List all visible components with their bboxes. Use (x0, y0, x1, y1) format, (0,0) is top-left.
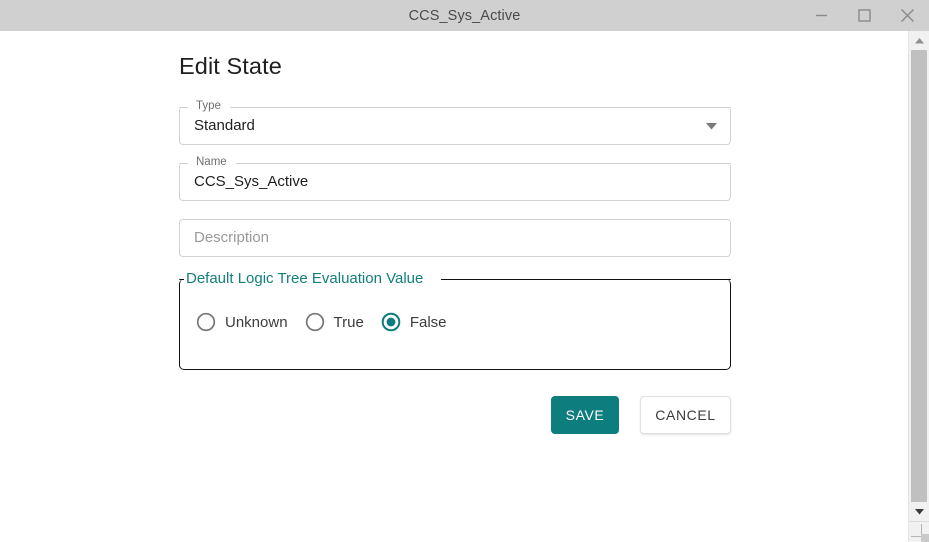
radio-option-true[interactable]: True (305, 312, 364, 332)
name-input[interactable]: Name CCS_Sys_Active (179, 155, 731, 201)
page-title: Edit State (179, 53, 282, 79)
type-notch (179, 107, 731, 108)
scrollbar-thumb[interactable] (911, 50, 927, 505)
type-value: Standard (194, 117, 255, 134)
close-icon (900, 8, 915, 23)
form-actions: SAVE CANCEL (179, 396, 731, 434)
fieldset-legend: Default Logic Tree Evaluation Value (185, 270, 425, 288)
radio-checked-icon (381, 312, 401, 332)
description-placeholder: Description (194, 229, 270, 246)
resize-grip[interactable] (921, 534, 929, 542)
title-bar: CCS_Sys_Active (0, 0, 929, 31)
description-input[interactable]: Description (179, 219, 731, 257)
radio-group: Unknown True False (196, 312, 464, 332)
minimize-button[interactable] (800, 0, 843, 31)
logic-tree-evaluation-group: Default Logic Tree Evaluation Value Unkn… (179, 270, 731, 370)
chevron-down-icon[interactable] (706, 107, 717, 145)
radio-option-false[interactable]: False (381, 312, 447, 332)
radio-label-true: True (333, 313, 364, 331)
scroll-up-button[interactable] (909, 31, 929, 48)
radio-unchecked-icon (196, 312, 216, 332)
radio-unchecked-icon (305, 312, 325, 332)
radio-label-unknown: Unknown (225, 313, 288, 331)
cancel-button[interactable]: CANCEL (640, 396, 731, 434)
triangle-down-icon (914, 502, 924, 520)
edit-state-form: Edit State Type Standard Name CCS_Sys_Ac… (179, 53, 731, 434)
minimize-icon (815, 9, 828, 22)
close-button[interactable] (886, 0, 929, 31)
maximize-icon (858, 9, 871, 22)
triangle-up-icon (914, 31, 924, 49)
radio-option-unknown[interactable]: Unknown (196, 312, 288, 332)
application-window: CCS_Sys_Active Edit State Type Standard … (0, 0, 929, 542)
content-area: Edit State Type Standard Name CCS_Sys_Ac… (0, 31, 908, 542)
save-button[interactable]: SAVE (551, 396, 619, 434)
vertical-scrollbar[interactable] (908, 31, 929, 542)
maximize-button[interactable] (843, 0, 886, 31)
type-outline (179, 107, 731, 145)
window-title: CCS_Sys_Active (408, 7, 521, 24)
radio-label-false: False (409, 313, 447, 331)
type-select[interactable]: Type Standard (179, 99, 731, 145)
name-value: CCS_Sys_Active (194, 173, 309, 190)
scroll-down-button[interactable] (909, 502, 929, 519)
window-controls (800, 0, 929, 31)
